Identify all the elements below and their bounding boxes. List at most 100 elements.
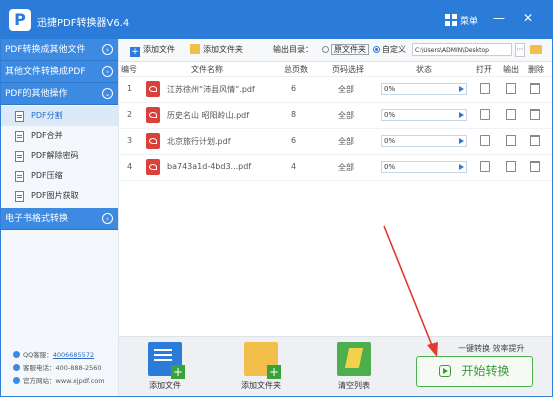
qq-link[interactable]: 4006685572 — [53, 351, 94, 359]
play-icon[interactable] — [459, 86, 464, 92]
nav-pdf-other-ops[interactable]: PDF的其他操作 ⌄ — [1, 83, 118, 105]
folder-icon — [190, 44, 200, 54]
sidebar-item-pdf-merge[interactable]: PDF合并 — [1, 126, 118, 146]
col-delete: 删除 — [528, 65, 544, 74]
sidebar-item-pdf-image-extract[interactable]: PDF图片获取 — [1, 186, 118, 206]
sidebar-item-pdf-compress[interactable]: PDF压缩 — [1, 166, 118, 186]
nav-pdf-to-other[interactable]: PDF转换成其他文件 › — [1, 39, 118, 61]
start-convert-button[interactable]: 开始转换 — [416, 356, 533, 387]
radio-icon — [322, 46, 329, 53]
col-status: 状态 — [416, 65, 432, 74]
play-icon[interactable] — [459, 112, 464, 118]
nav-other-to-pdf[interactable]: 其他文件转换成PDF › — [1, 61, 118, 83]
browse-dots-button[interactable]: ⋯ — [515, 43, 525, 57]
table-header: 编号 文件名称 总页数 页码选择 状态 打开 输出 删除 — [119, 62, 552, 77]
bottom-bar: + 添加文件 + 添加文件夹 清空列表 一键转换 效率提升 开始转换 — [119, 336, 552, 396]
qq-icon — [13, 351, 20, 358]
site-link[interactable]: www.xjpdf.com — [56, 377, 105, 385]
trash-icon[interactable] — [530, 83, 540, 94]
pdf-file-icon — [15, 131, 24, 142]
output-icon[interactable] — [506, 109, 516, 120]
radio-selected-icon — [373, 46, 380, 53]
pdf-file-icon — [15, 111, 24, 122]
row-no: 3 — [127, 136, 133, 145]
custom-radio[interactable]: 自定义 — [373, 44, 406, 55]
menu-button[interactable]: 菜单 — [460, 14, 478, 27]
broom-icon — [337, 342, 371, 376]
globe-icon — [13, 377, 20, 384]
add-folder-big-button[interactable]: + 添加文件夹 — [235, 342, 287, 391]
contact-label: 客服电话： — [23, 364, 56, 372]
title-bar: P 迅捷PDF转换器V6.4 菜单 — ✕ — [1, 1, 552, 39]
sidebar-item-label: PDF压缩 — [31, 171, 63, 180]
sidebar: PDF转换成其他文件 › 其他文件转换成PDF › PDF的其他操作 ⌄ PDF分割 … — [1, 39, 119, 396]
col-select: 页码选择 — [332, 65, 364, 74]
close-icon[interactable]: ✕ — [523, 11, 533, 25]
open-icon[interactable] — [480, 135, 490, 146]
output-icon[interactable] — [506, 135, 516, 146]
contact-phone: 客服电话：400-888-2560 — [13, 362, 102, 372]
play-icon[interactable] — [459, 138, 464, 144]
contact-label: 官方网站： — [23, 377, 56, 385]
contact-label: QQ客服： — [23, 351, 53, 359]
table-row[interactable]: 3 北京旅行计划.pdf 6 全部 0% — [119, 128, 552, 155]
pdf-file-icon — [146, 159, 160, 175]
output-icon[interactable] — [506, 161, 516, 172]
add-folder-button[interactable]: 添加文件夹 — [190, 44, 243, 55]
menu-grid-icon[interactable] — [445, 14, 457, 26]
progress-text: 0% — [384, 137, 396, 145]
nav-ebook-convert[interactable]: 电子书格式转换 › — [1, 208, 118, 230]
add-file-label: 添加文件 — [143, 45, 175, 54]
clear-list-button[interactable]: 清空列表 — [332, 342, 376, 391]
start-convert-label: 开始转换 — [461, 364, 510, 378]
pdf-file-icon — [15, 191, 24, 202]
row-page-select[interactable]: 全部 — [338, 110, 354, 121]
progress-text: 0% — [384, 163, 396, 171]
trash-icon[interactable] — [530, 135, 540, 146]
pdf-file-icon — [146, 133, 160, 149]
table-row[interactable]: 2 历史名山 昭阳岭山.pdf 8 全部 0% — [119, 102, 552, 129]
open-icon[interactable] — [480, 109, 490, 120]
add-file-button[interactable]: + 添加文件 — [130, 44, 175, 57]
row-progress: 0% — [381, 83, 467, 95]
col-output: 输出 — [503, 65, 519, 74]
original-folder-radio[interactable]: 原文件夹 — [322, 44, 369, 55]
add-file-big-label: 添加文件 — [149, 381, 181, 390]
chevron-down-icon: ⌄ — [102, 88, 113, 99]
phone-icon — [13, 364, 20, 371]
trash-icon[interactable] — [530, 161, 540, 172]
output-icon[interactable] — [506, 83, 516, 94]
col-pages: 总页数 — [284, 65, 308, 74]
row-filename: 历史名山 昭阳岭山.pdf — [167, 111, 250, 120]
open-icon[interactable] — [480, 83, 490, 94]
sidebar-item-pdf-unlock[interactable]: PDF解除密码 — [1, 146, 118, 166]
row-no: 2 — [127, 110, 133, 119]
pdf-file-icon — [15, 171, 24, 182]
open-icon[interactable] — [480, 161, 490, 172]
col-name: 文件名称 — [191, 65, 223, 74]
app-title: 迅捷PDF转换器V6.4 — [37, 18, 130, 29]
phone-value: 400-888-2560 — [55, 364, 102, 372]
chevron-right-icon: › — [102, 44, 113, 55]
output-path-field[interactable]: C:\Users\ADMIN\Desktop — [412, 43, 512, 56]
open-folder-icon[interactable] — [530, 45, 542, 54]
row-progress: 0% — [381, 135, 467, 147]
pdf-file-icon — [146, 81, 160, 97]
add-file-big-button[interactable]: + 添加文件 — [145, 342, 185, 391]
sidebar-item-pdf-split[interactable]: PDF分割 — [1, 106, 118, 126]
table-row[interactable]: 4 ba743a1d-4bd3...pdf 4 全部 0% — [119, 154, 552, 181]
row-page-select[interactable]: 全部 — [338, 136, 354, 147]
col-no: 编号 — [121, 65, 137, 74]
row-pages: 6 — [291, 136, 297, 145]
table-row[interactable]: 1 江苏徐州“沛县风情”.pdf 6 全部 0% — [119, 76, 552, 103]
trash-icon[interactable] — [530, 109, 540, 120]
sidebar-item-label: PDF解除密码 — [31, 151, 79, 160]
minimize-icon[interactable]: — — [493, 11, 505, 25]
row-page-select[interactable]: 全部 — [338, 162, 354, 173]
pdf-file-icon — [146, 107, 160, 123]
row-progress: 0% — [381, 161, 467, 173]
play-icon[interactable] — [459, 164, 464, 170]
row-page-select[interactable]: 全部 — [338, 84, 354, 95]
app-window: P 迅捷PDF转换器V6.4 菜单 — ✕ PDF转换成其他文件 › 其他文件转换… — [0, 0, 553, 397]
original-folder-label: 原文件夹 — [331, 44, 369, 55]
